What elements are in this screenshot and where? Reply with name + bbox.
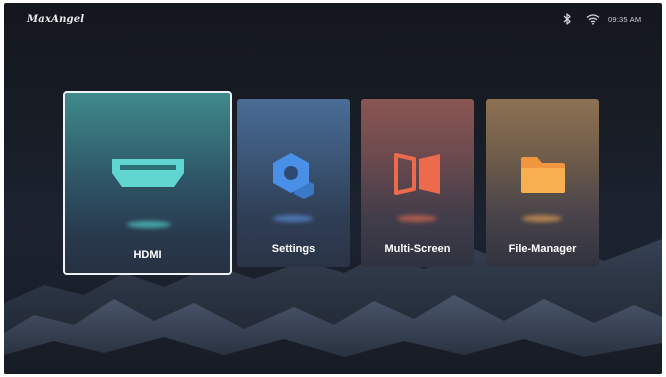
hdmi-glow [127,221,171,228]
multi-screen-icon [394,153,440,195]
hdmi-port-icon [112,159,184,187]
app-label-multi-screen: Multi-Screen [384,243,451,255]
bluetooth-icon [563,13,571,25]
app-label-settings: Settings [271,243,316,255]
app-tile-file-manager[interactable]: File-Manager [486,99,599,267]
clock: 09:35 AM [608,15,642,24]
app-label-hdmi: HDMI [133,249,162,261]
launcher-screen: MaxAngel 09:35 AM HDMI Settings Multi-Sc… [4,3,662,374]
app-tile-settings[interactable]: Settings [237,99,350,267]
multi-screen-glow [397,215,437,222]
file-manager-glow [522,215,562,222]
app-label-file-manager: File-Manager [508,243,577,255]
app-tile-hdmi[interactable]: HDMI [63,91,232,275]
brand-logo: MaxAngel [27,14,85,25]
wifi-icon [586,14,600,25]
settings-glow [273,215,313,222]
status-bar: MaxAngel 09:35 AM [4,3,662,35]
settings-hexagon-icon [273,153,314,199]
app-tile-multi-screen[interactable]: Multi-Screen [361,99,474,267]
folder-icon [521,157,565,193]
